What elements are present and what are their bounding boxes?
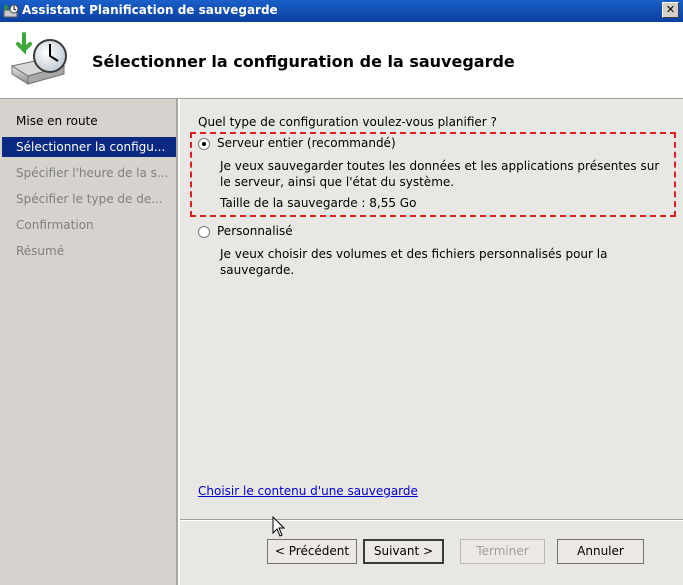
full-server-label[interactable]: Serveur entier (recommandé) bbox=[217, 136, 396, 150]
close-button[interactable]: ✕ bbox=[662, 2, 679, 18]
cancel-button[interactable]: Annuler bbox=[557, 539, 644, 564]
step-confirmation[interactable]: Confirmation bbox=[0, 215, 176, 235]
radio-selected-dot bbox=[202, 142, 206, 146]
step-selectionner-configuration[interactable]: Sélectionner la configu... bbox=[2, 137, 176, 157]
title-bar: Assistant Planification de sauvegarde ✕ bbox=[0, 0, 683, 22]
custom-description: Je veux choisir des volumes et des fichi… bbox=[220, 247, 608, 277]
choose-backup-content-link[interactable]: Choisir le contenu d'une sauvegarde bbox=[198, 484, 418, 498]
step-mise-en-route[interactable]: Mise en route bbox=[0, 111, 176, 131]
mouse-cursor-icon bbox=[272, 516, 286, 537]
backup-size-text: Taille de la sauvegarde : 8,55 Go bbox=[220, 196, 417, 210]
finish-button[interactable]: Terminer bbox=[460, 539, 545, 564]
backup-app-icon bbox=[3, 4, 19, 18]
full-server-description: Je veux sauvegarder toutes les données e… bbox=[220, 159, 660, 189]
previous-button[interactable]: < Précédent bbox=[267, 539, 357, 564]
wizard-header: Sélectionner la configuration de la sauv… bbox=[0, 22, 683, 99]
wizard-steps-sidebar: Mise en route Sélectionner la configu...… bbox=[0, 99, 178, 585]
step-specifier-type[interactable]: Spécifier le type de de... bbox=[0, 189, 176, 209]
page-heading: Sélectionner la configuration de la sauv… bbox=[92, 52, 515, 71]
question-text: Quel type de configuration voulez-vous p… bbox=[198, 115, 497, 129]
step-specifier-heure[interactable]: Spécifier l'heure de la s... bbox=[0, 163, 176, 183]
step-resume[interactable]: Résumé bbox=[0, 241, 176, 261]
full-server-radio[interactable] bbox=[198, 138, 210, 150]
window-title: Assistant Planification de sauvegarde bbox=[22, 3, 278, 17]
wizard-content: Quel type de configuration voulez-vous p… bbox=[180, 99, 683, 585]
custom-radio[interactable] bbox=[198, 226, 210, 238]
next-button[interactable]: Suivant > bbox=[363, 539, 444, 564]
custom-label[interactable]: Personnalisé bbox=[217, 224, 293, 238]
button-separator bbox=[180, 519, 683, 521]
backup-clock-icon bbox=[10, 32, 67, 85]
